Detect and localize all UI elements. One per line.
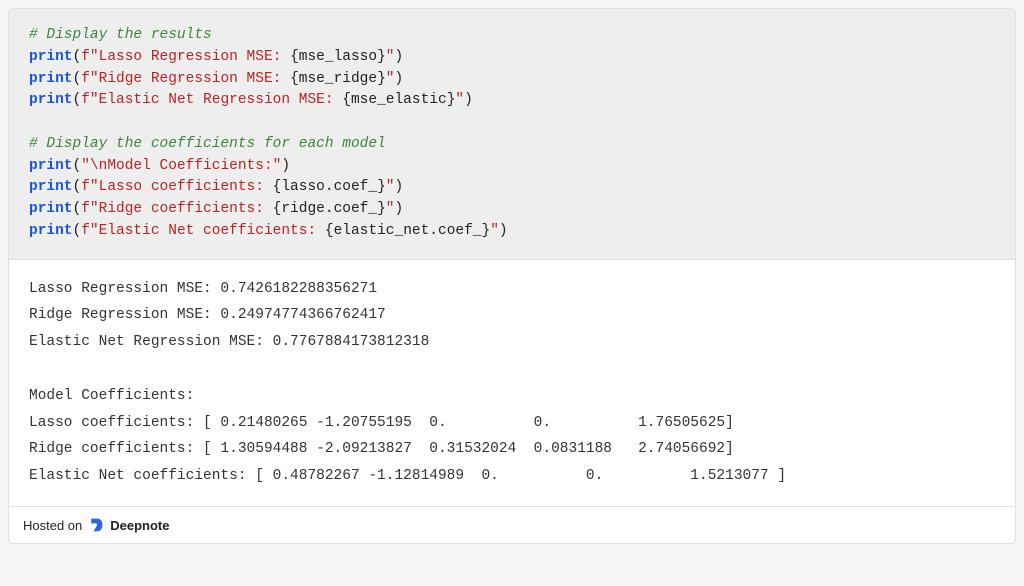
paren: ) bbox=[464, 92, 473, 108]
comment-line: # Display the results bbox=[29, 27, 212, 43]
brace: { bbox=[290, 49, 299, 65]
output-area: Lasso Regression MSE: 0.7426182288356271… bbox=[9, 260, 1015, 507]
paren: ) bbox=[281, 158, 290, 174]
paren: ) bbox=[395, 49, 404, 65]
brace: { bbox=[342, 92, 351, 108]
print-fn: print bbox=[29, 49, 73, 65]
paren: ( bbox=[73, 49, 82, 65]
paren: ( bbox=[73, 179, 82, 195]
print-fn: print bbox=[29, 179, 73, 195]
notebook-cell: # Display the results print(f"Lasso Regr… bbox=[8, 8, 1016, 544]
paren: ( bbox=[73, 92, 82, 108]
paren: ) bbox=[394, 179, 403, 195]
paren: ( bbox=[73, 201, 82, 217]
var: lasso.coef_ bbox=[281, 179, 377, 195]
print-fn: print bbox=[29, 223, 73, 239]
fstring-prefix: f" bbox=[81, 92, 98, 108]
string-text: Lasso coefficients: bbox=[99, 179, 273, 195]
var: mse_elastic bbox=[351, 92, 447, 108]
string-text: Ridge coefficients: bbox=[99, 201, 273, 217]
fstring-prefix: f" bbox=[81, 179, 98, 195]
string-end: " bbox=[386, 71, 395, 87]
fstring-prefix: f" bbox=[81, 49, 98, 65]
paren: ( bbox=[73, 71, 82, 87]
var: mse_ridge bbox=[299, 71, 377, 87]
string-end: " bbox=[386, 49, 395, 65]
brace: } bbox=[482, 223, 491, 239]
output-line: Ridge Regression MSE: 0.2497477436676241… bbox=[29, 307, 386, 323]
brace: } bbox=[377, 71, 386, 87]
print-fn: print bbox=[29, 71, 73, 87]
fstring-prefix: f" bbox=[81, 201, 98, 217]
string-text: Ridge Regression MSE: bbox=[99, 71, 290, 87]
output-line: Elastic Net coefficients: [ 0.48782267 -… bbox=[29, 468, 786, 484]
output-line: Ridge coefficients: [ 1.30594488 -2.0921… bbox=[29, 441, 734, 457]
paren: ( bbox=[73, 223, 82, 239]
print-fn: print bbox=[29, 201, 73, 217]
var: ridge.coef_ bbox=[281, 201, 377, 217]
hosted-label: Hosted on bbox=[23, 518, 82, 533]
print-fn: print bbox=[29, 158, 73, 174]
output-line: Model Coefficients: bbox=[29, 388, 194, 404]
brace: { bbox=[325, 223, 334, 239]
hosted-footer[interactable]: Hosted on Deepnote bbox=[9, 506, 1015, 543]
string-literal: "\nModel Coefficients:" bbox=[81, 158, 281, 174]
brace: } bbox=[377, 179, 386, 195]
output-line: Elastic Net Regression MSE: 0.7767884173… bbox=[29, 334, 429, 350]
string-text: Elastic Net Regression MSE: bbox=[99, 92, 343, 108]
brace: } bbox=[377, 201, 386, 217]
string-text: Lasso Regression MSE: bbox=[99, 49, 290, 65]
paren: ( bbox=[73, 158, 82, 174]
output-line: Lasso Regression MSE: 0.7426182288356271 bbox=[29, 281, 377, 297]
string-end: " bbox=[455, 92, 464, 108]
paren: ) bbox=[395, 71, 404, 87]
deepnote-brand: Deepnote bbox=[110, 518, 169, 533]
print-fn: print bbox=[29, 92, 73, 108]
code-input-area[interactable]: # Display the results print(f"Lasso Regr… bbox=[9, 9, 1015, 260]
output-line: Lasso coefficients: [ 0.21480265 -1.2075… bbox=[29, 415, 734, 431]
string-text: Elastic Net coefficients: bbox=[99, 223, 325, 239]
paren: ) bbox=[499, 223, 508, 239]
string-end: " bbox=[490, 223, 499, 239]
brace: } bbox=[377, 49, 386, 65]
deepnote-logo-icon bbox=[88, 517, 104, 533]
var: mse_lasso bbox=[299, 49, 377, 65]
fstring-prefix: f" bbox=[81, 71, 98, 87]
brace: { bbox=[290, 71, 299, 87]
var: elastic_net.coef_ bbox=[334, 223, 482, 239]
fstring-prefix: f" bbox=[81, 223, 98, 239]
paren: ) bbox=[394, 201, 403, 217]
comment-line: # Display the coefficients for each mode… bbox=[29, 136, 386, 152]
